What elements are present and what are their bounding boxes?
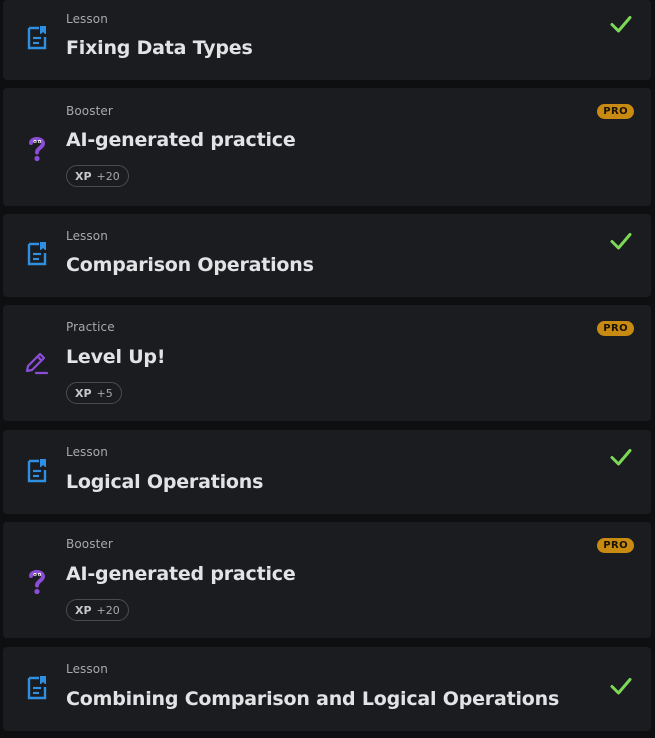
xp-value: +20 <box>96 169 120 183</box>
check-icon <box>610 16 632 33</box>
question-mark-icon <box>23 567 51 595</box>
lesson-card[interactable]: Lesson Logical Operations <box>3 430 651 514</box>
item-type-label: Booster <box>66 537 113 551</box>
lesson-card[interactable]: Lesson Fixing Data Types <box>3 0 651 80</box>
xp-value: +5 <box>96 386 113 400</box>
xp-label: XP <box>75 169 92 183</box>
item-type-label: Practice <box>66 320 115 334</box>
check-icon <box>610 233 632 250</box>
item-type-label: Lesson <box>66 445 108 459</box>
document-icon <box>23 457 51 485</box>
check-icon <box>610 678 632 695</box>
item-title: AI-generated practice <box>66 129 296 151</box>
item-type-label: Lesson <box>66 229 108 243</box>
booster-card[interactable]: Booster AI-generated practice XP +20 PRO <box>3 522 651 638</box>
pro-badge: PRO <box>597 104 634 119</box>
question-mark-icon <box>23 134 51 162</box>
course-item-list: Lesson Fixing Data Types Booster AI-gene… <box>0 0 655 738</box>
pro-badge: PRO <box>597 321 634 336</box>
xp-pill: XP +20 <box>66 165 129 187</box>
item-type-label: Lesson <box>66 12 108 26</box>
check-icon <box>610 449 632 466</box>
document-icon <box>23 240 51 268</box>
item-type-label: Booster <box>66 104 113 118</box>
item-type-label: Lesson <box>66 662 108 676</box>
item-title: Combining Comparison and Logical Operati… <box>66 688 560 710</box>
lesson-card[interactable]: Lesson Combining Comparison and Logical … <box>3 647 651 731</box>
xp-value: +20 <box>96 603 120 617</box>
pencil-icon <box>23 349 51 377</box>
pro-badge: PRO <box>597 538 634 553</box>
xp-pill: XP +20 <box>66 599 129 621</box>
item-title: Comparison Operations <box>66 254 314 276</box>
item-title: AI-generated practice <box>66 563 296 585</box>
booster-card[interactable]: Booster AI-generated practice XP +20 PRO <box>3 88 651 206</box>
lesson-card[interactable]: Lesson Comparison Operations <box>3 214 651 297</box>
document-icon <box>23 24 51 52</box>
xp-label: XP <box>75 386 92 400</box>
xp-label: XP <box>75 603 92 617</box>
item-title: Fixing Data Types <box>66 37 253 59</box>
document-icon <box>23 674 51 702</box>
xp-pill: XP +5 <box>66 382 122 404</box>
practice-card[interactable]: Practice Level Up! XP +5 PRO <box>3 305 651 421</box>
item-title: Logical Operations <box>66 471 264 493</box>
item-title: Level Up! <box>66 346 166 368</box>
